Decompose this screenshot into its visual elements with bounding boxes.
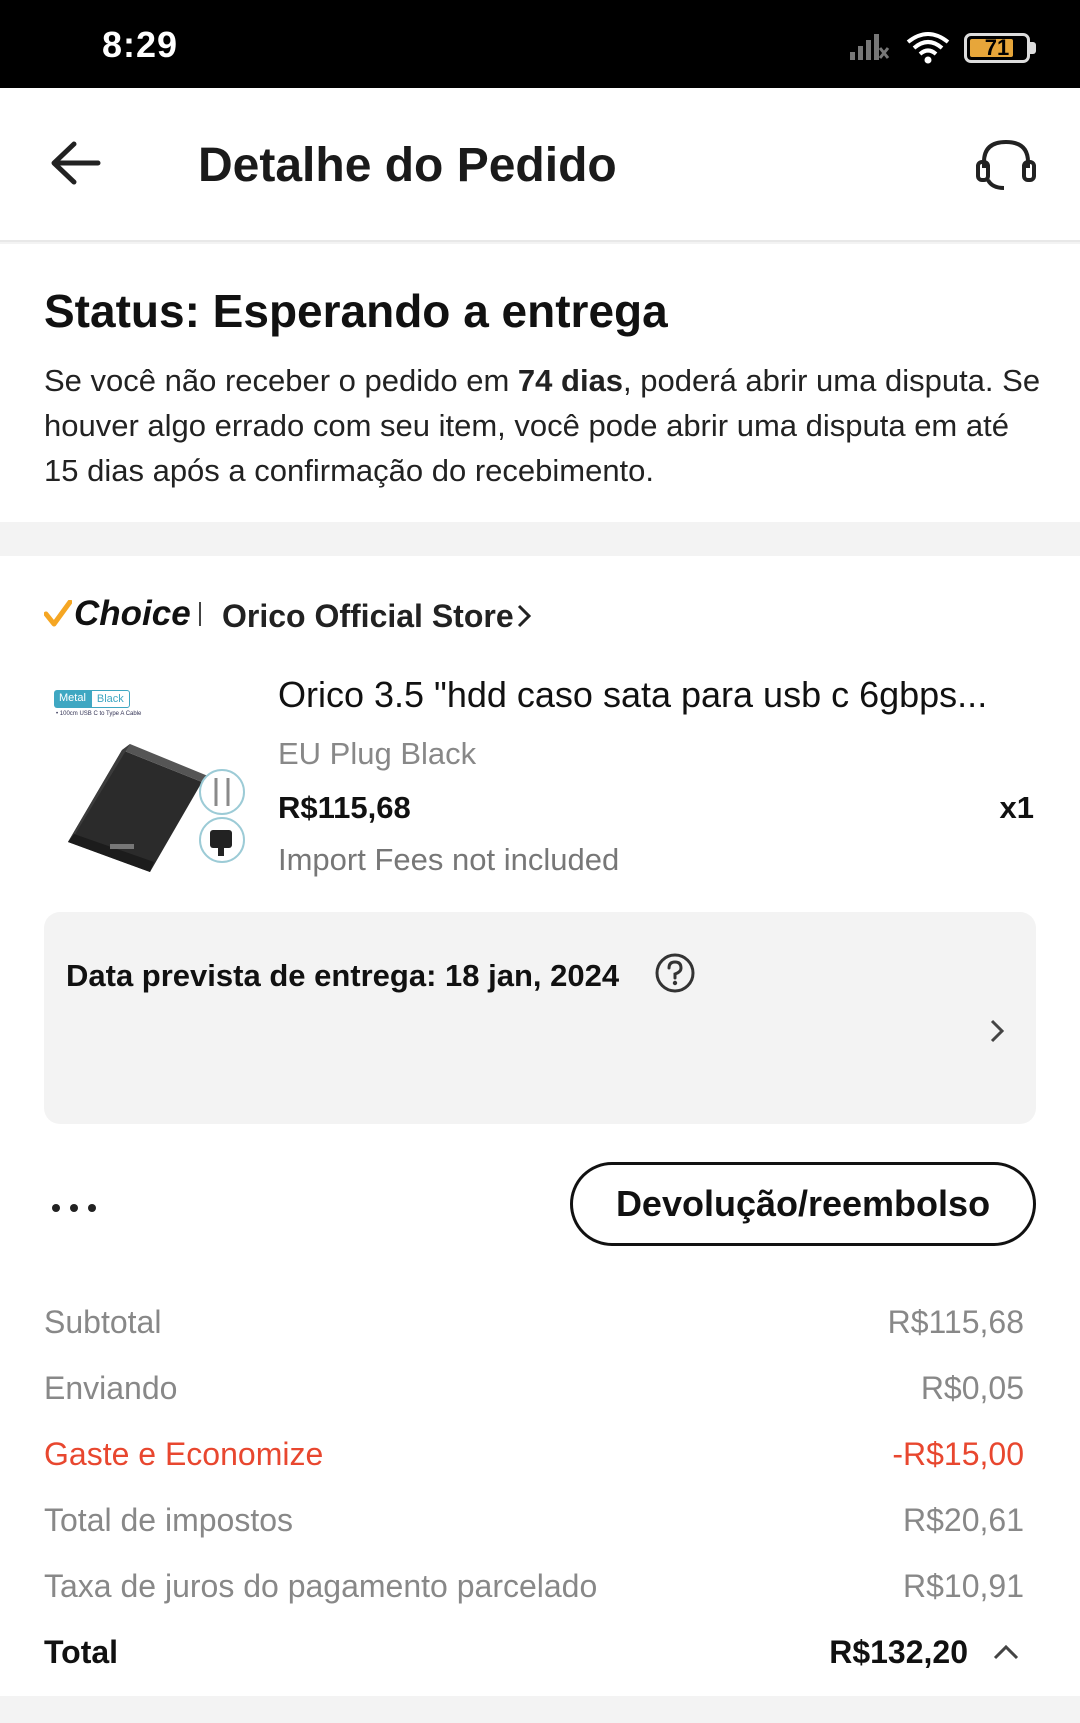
battery-tip: [1030, 42, 1036, 54]
check-icon: [44, 600, 72, 627]
battery-icon: 71: [964, 33, 1030, 63]
summary-row-taxes: Total de impostos R$20,61: [44, 1502, 1024, 1548]
order-status-section: Status: Esperando a entrega Se você não …: [0, 244, 1080, 522]
choice-badge: Choice: [44, 594, 201, 634]
summary-value: R$20,61: [903, 1502, 1024, 1538]
divider: [198, 602, 201, 626]
summary-value: -R$15,00: [892, 1436, 1024, 1472]
top-app-bar: Detalhe do Pedido: [0, 88, 1080, 242]
hdd-enclosure-image: [68, 744, 245, 872]
summary-label: Total de impostos: [44, 1502, 294, 1538]
order-status-description: Se você não receber o pedido em 74 dias,…: [44, 358, 1044, 493]
product-quantity: x1: [999, 790, 1034, 825]
store-row[interactable]: Choice Orico Official Store: [44, 588, 1044, 638]
store-name[interactable]: Orico Official Store: [222, 598, 514, 635]
total-label: Total: [44, 1634, 119, 1670]
clock: 8:29: [102, 24, 179, 65]
page-title: Detalhe do Pedido: [198, 139, 617, 192]
order-status-title: Status: Esperando a entrega: [44, 285, 668, 337]
status-desc-days: 74 dias: [517, 363, 624, 398]
delivery-estimate-label: Data prevista de entrega: 18 jan, 2024: [66, 958, 620, 993]
summary-value: R$0,05: [920, 1370, 1024, 1406]
status-bar: 8:29 71: [0, 0, 1080, 88]
summary-value: R$115,68: [887, 1304, 1024, 1340]
summary-label: Gaste e Economize: [44, 1436, 324, 1472]
summary-label: Subtotal: [44, 1304, 162, 1340]
wifi-icon: [906, 32, 950, 64]
return-refund-button[interactable]: Devolução/reembolso: [570, 1162, 1036, 1246]
summary-row-installment-interest: Taxa de juros do pagamento parcelado R$1…: [44, 1568, 1024, 1614]
chevron-right-icon: [517, 604, 532, 628]
product-price: R$115,68: [278, 790, 411, 825]
total-value: R$132,20: [829, 1634, 968, 1670]
signal-icon: [850, 34, 890, 60]
order-card: Choice Orico Official Store Metal Black …: [0, 556, 1080, 1696]
help-question-icon[interactable]: [654, 952, 696, 994]
summary-row-total[interactable]: Total R$132,20: [44, 1634, 1024, 1680]
product-thumbnail[interactable]: Metal Black • 100cm USB C to Type A Cabl…: [50, 676, 246, 890]
choice-label: Choice: [74, 594, 191, 633]
summary-row-shipping: Enviando R$0,05: [44, 1370, 1024, 1416]
status-desc-prefix: Se você não receber o pedido em: [44, 363, 518, 398]
chevron-up-icon[interactable]: [992, 1642, 1020, 1662]
headset-icon[interactable]: [974, 136, 1038, 194]
product-variant: EU Plug Black: [278, 736, 477, 771]
import-fees-note: Import Fees not included: [278, 842, 620, 877]
summary-row-discount: Gaste e Economize -R$15,00: [44, 1436, 1024, 1482]
dot: [88, 1204, 96, 1212]
dot: [52, 1204, 60, 1212]
delivery-estimate-card[interactable]: Data prevista de entrega: 18 jan, 2024: [44, 912, 1036, 1124]
summary-value: R$10,91: [903, 1568, 1024, 1604]
summary-label: Taxa de juros do pagamento parcelado: [44, 1568, 598, 1604]
chevron-right-icon: [990, 1019, 1005, 1043]
more-options-icon[interactable]: [52, 1196, 112, 1220]
summary-label: Enviando: [44, 1370, 178, 1406]
battery-level: 71: [984, 35, 1010, 60]
dot: [70, 1204, 78, 1212]
arrow-left-icon[interactable]: [48, 138, 104, 188]
summary-row-subtotal: Subtotal R$115,68: [44, 1304, 1024, 1350]
product-name[interactable]: Orico 3.5 "hdd caso sata para usb c 6gbp…: [278, 674, 1038, 716]
